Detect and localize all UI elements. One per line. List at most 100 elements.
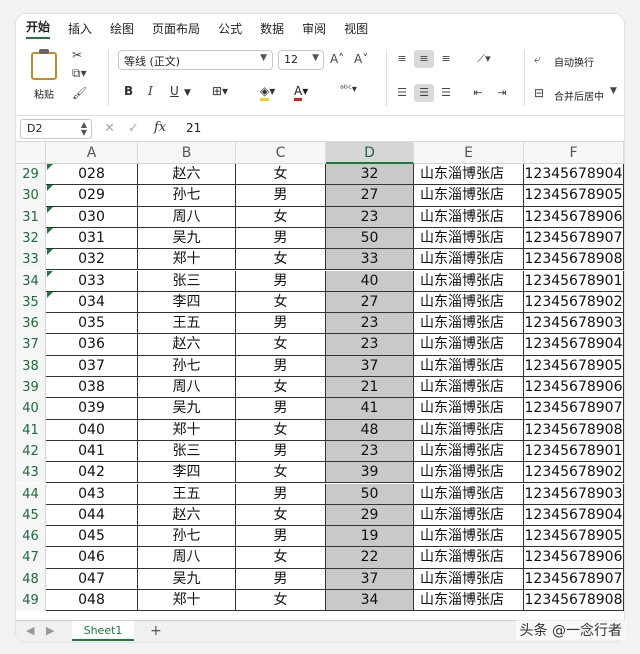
- cell-a[interactable]: 030: [46, 206, 138, 228]
- cell-a[interactable]: 042: [46, 462, 138, 484]
- cell-b[interactable]: 张三: [138, 270, 236, 292]
- row-number[interactable]: 29: [16, 164, 46, 186]
- tab-insert[interactable]: 插入: [68, 20, 92, 37]
- cell-e[interactable]: 山东淄博张店: [414, 504, 524, 527]
- align-center-icon[interactable]: ☰: [414, 84, 434, 102]
- row-number[interactable]: 41: [16, 419, 46, 441]
- row-number[interactable]: 33: [16, 249, 46, 271]
- cell-e[interactable]: 山东淄博张店: [414, 206, 524, 228]
- cell-e[interactable]: 山东淄博张店: [414, 270, 524, 292]
- cell-f[interactable]: 12345678903: [524, 483, 624, 505]
- grow-font-icon[interactable]: A˄: [330, 52, 344, 66]
- insert-function-icon[interactable]: fx: [154, 120, 166, 135]
- cell-f[interactable]: 12345678906: [524, 206, 624, 228]
- cell-b[interactable]: 王五: [138, 483, 236, 505]
- cell-a[interactable]: 032: [46, 249, 138, 271]
- name-box[interactable]: D2 ▲ ▼: [20, 119, 92, 139]
- cell-c[interactable]: 男: [236, 185, 326, 207]
- cell-a[interactable]: 028: [46, 164, 138, 186]
- cell-b[interactable]: 孙七: [138, 526, 236, 548]
- phonetic-icon[interactable]: ᵃᵇᶜ▾: [340, 84, 357, 95]
- wrap-text-button[interactable]: 自动换行: [554, 54, 594, 69]
- cell-d[interactable]: 48: [326, 419, 414, 441]
- row-number[interactable]: 40: [16, 398, 46, 420]
- decrease-indent-icon[interactable]: ⇤: [468, 84, 488, 102]
- cell-d[interactable]: 50: [326, 227, 414, 250]
- column-header-a[interactable]: A: [46, 142, 138, 164]
- underline-button[interactable]: U: [170, 84, 179, 98]
- paste-button[interactable]: 粘贴: [24, 48, 64, 104]
- cell-f[interactable]: 12345678902: [524, 462, 624, 484]
- confirm-icon[interactable]: ✓: [128, 121, 139, 136]
- row-number[interactable]: 45: [16, 504, 46, 527]
- cell-b[interactable]: 张三: [138, 440, 236, 463]
- copy-icon[interactable]: ⧉▾: [72, 66, 87, 81]
- cell-c[interactable]: 女: [236, 590, 326, 612]
- cell-d[interactable]: 39: [326, 462, 414, 484]
- increase-indent-icon[interactable]: ⇥: [492, 84, 512, 102]
- tab-home[interactable]: 开始: [26, 18, 51, 39]
- cell-d[interactable]: 23: [326, 440, 414, 463]
- cell-a[interactable]: 037: [46, 355, 138, 377]
- chevron-down-icon[interactable]: ▼: [184, 88, 191, 98]
- column-header-e[interactable]: E: [414, 142, 524, 164]
- cell-b[interactable]: 吴九: [138, 568, 236, 590]
- row-number[interactable]: 46: [16, 526, 46, 548]
- cell-c[interactable]: 女: [236, 249, 326, 271]
- cell-d[interactable]: 29: [326, 504, 414, 527]
- align-top-icon[interactable]: ≡: [392, 50, 412, 68]
- cut-icon[interactable]: ✂: [72, 48, 82, 62]
- cell-a[interactable]: 043: [46, 483, 138, 505]
- align-right-icon[interactable]: ☰: [436, 84, 456, 102]
- prev-sheet-icon[interactable]: ◀: [26, 624, 34, 637]
- cell-d[interactable]: 23: [326, 313, 414, 335]
- cell-a[interactable]: 033: [46, 270, 138, 292]
- cell-e[interactable]: 山东淄博张店: [414, 462, 524, 484]
- cell-e[interactable]: 山东淄博张店: [414, 590, 524, 612]
- cell-f[interactable]: 12345678905: [524, 355, 624, 377]
- cell-e[interactable]: 山东淄博张店: [414, 398, 524, 420]
- cell-b[interactable]: 郑十: [138, 590, 236, 612]
- cell-f[interactable]: 12345678901: [524, 440, 624, 463]
- cell-c[interactable]: 女: [236, 206, 326, 228]
- cell-d[interactable]: 22: [326, 547, 414, 569]
- cell-a[interactable]: 047: [46, 568, 138, 590]
- cell-d[interactable]: 37: [326, 355, 414, 377]
- cell-f[interactable]: 12345678908: [524, 419, 624, 441]
- cell-f[interactable]: 12345678904: [524, 334, 624, 356]
- tab-page-layout[interactable]: 页面布局: [152, 20, 200, 37]
- cell-f[interactable]: 12345678908: [524, 590, 624, 612]
- row-number[interactable]: 48: [16, 568, 46, 590]
- add-sheet-button[interactable]: +: [150, 623, 162, 639]
- cell-a[interactable]: 036: [46, 334, 138, 356]
- orientation-icon[interactable]: ⟋▾: [468, 50, 500, 68]
- cell-e[interactable]: 山东淄博张店: [414, 483, 524, 505]
- sheet-tab[interactable]: Sheet1: [72, 621, 134, 641]
- cell-a[interactable]: 035: [46, 313, 138, 335]
- column-header-f[interactable]: F: [524, 142, 624, 164]
- name-box-spinner-icon[interactable]: ▲ ▼: [81, 121, 87, 137]
- borders-icon[interactable]: ⊞▾: [212, 84, 228, 98]
- cell-b[interactable]: 李四: [138, 462, 236, 484]
- cell-b[interactable]: 郑十: [138, 249, 236, 271]
- chevron-down-icon[interactable]: ▼: [610, 86, 617, 96]
- fill-color-icon[interactable]: ◈▾: [260, 84, 275, 101]
- cancel-icon[interactable]: ✕: [104, 121, 115, 136]
- cell-f[interactable]: 12345678906: [524, 377, 624, 399]
- cell-e[interactable]: 山东淄博张店: [414, 547, 524, 569]
- tab-view[interactable]: 视图: [344, 20, 368, 37]
- cell-f[interactable]: 12345678902: [524, 291, 624, 314]
- row-number[interactable]: 30: [16, 185, 46, 207]
- row-number[interactable]: 39: [16, 377, 46, 399]
- cell-f[interactable]: 12345678907: [524, 398, 624, 420]
- align-left-icon[interactable]: ☰: [392, 84, 412, 102]
- row-number[interactable]: 44: [16, 483, 46, 505]
- cell-f[interactable]: 12345678907: [524, 227, 624, 250]
- cell-b[interactable]: 孙七: [138, 355, 236, 377]
- next-sheet-icon[interactable]: ▶: [46, 624, 54, 637]
- cell-f[interactable]: 12345678905: [524, 526, 624, 548]
- cell-c[interactable]: 男: [236, 227, 326, 250]
- cell-a[interactable]: 038: [46, 377, 138, 399]
- cell-d[interactable]: 21: [326, 377, 414, 399]
- font-name-select[interactable]: 等线 (正文) ▼: [118, 50, 273, 70]
